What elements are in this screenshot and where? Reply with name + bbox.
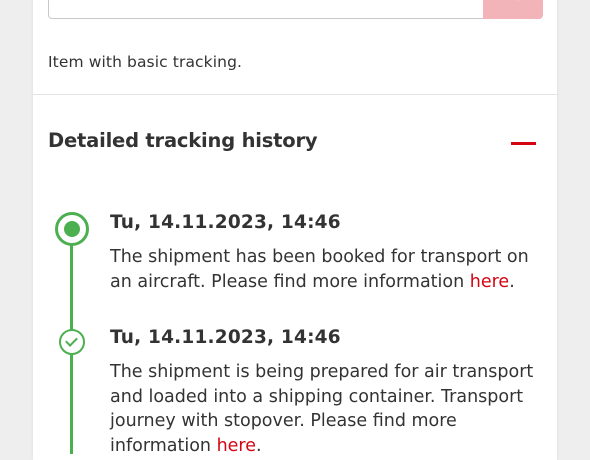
tracking-number-input[interactable] bbox=[48, 0, 485, 19]
current-status-icon bbox=[55, 212, 89, 246]
event-date: Tu, 14.11.2023, 14:46 bbox=[110, 212, 341, 233]
event-text: The shipment has been booked for transpo… bbox=[110, 247, 529, 292]
event-description: The shipment is being prepared for air t… bbox=[110, 360, 540, 458]
event-text: The shipment is being prepared for air t… bbox=[110, 362, 533, 456]
basic-tracking-note: Item with basic tracking. bbox=[48, 53, 242, 71]
section-title: Detailed tracking history bbox=[48, 129, 317, 152]
event-text-end: . bbox=[509, 272, 515, 292]
more-info-link[interactable]: here bbox=[217, 436, 256, 456]
collapse-button[interactable] bbox=[505, 130, 543, 158]
event-description: The shipment has been booked for transpo… bbox=[110, 245, 540, 294]
more-info-link[interactable]: here bbox=[470, 272, 509, 292]
event-text-end: . bbox=[256, 436, 262, 456]
search-button[interactable] bbox=[483, 0, 543, 19]
event-date: Tu, 14.11.2023, 14:46 bbox=[110, 327, 341, 348]
completed-status-icon bbox=[59, 329, 85, 355]
check-icon bbox=[65, 334, 78, 347]
minus-icon bbox=[511, 142, 536, 145]
radio-dot-icon bbox=[64, 221, 80, 237]
section-divider bbox=[33, 94, 557, 95]
